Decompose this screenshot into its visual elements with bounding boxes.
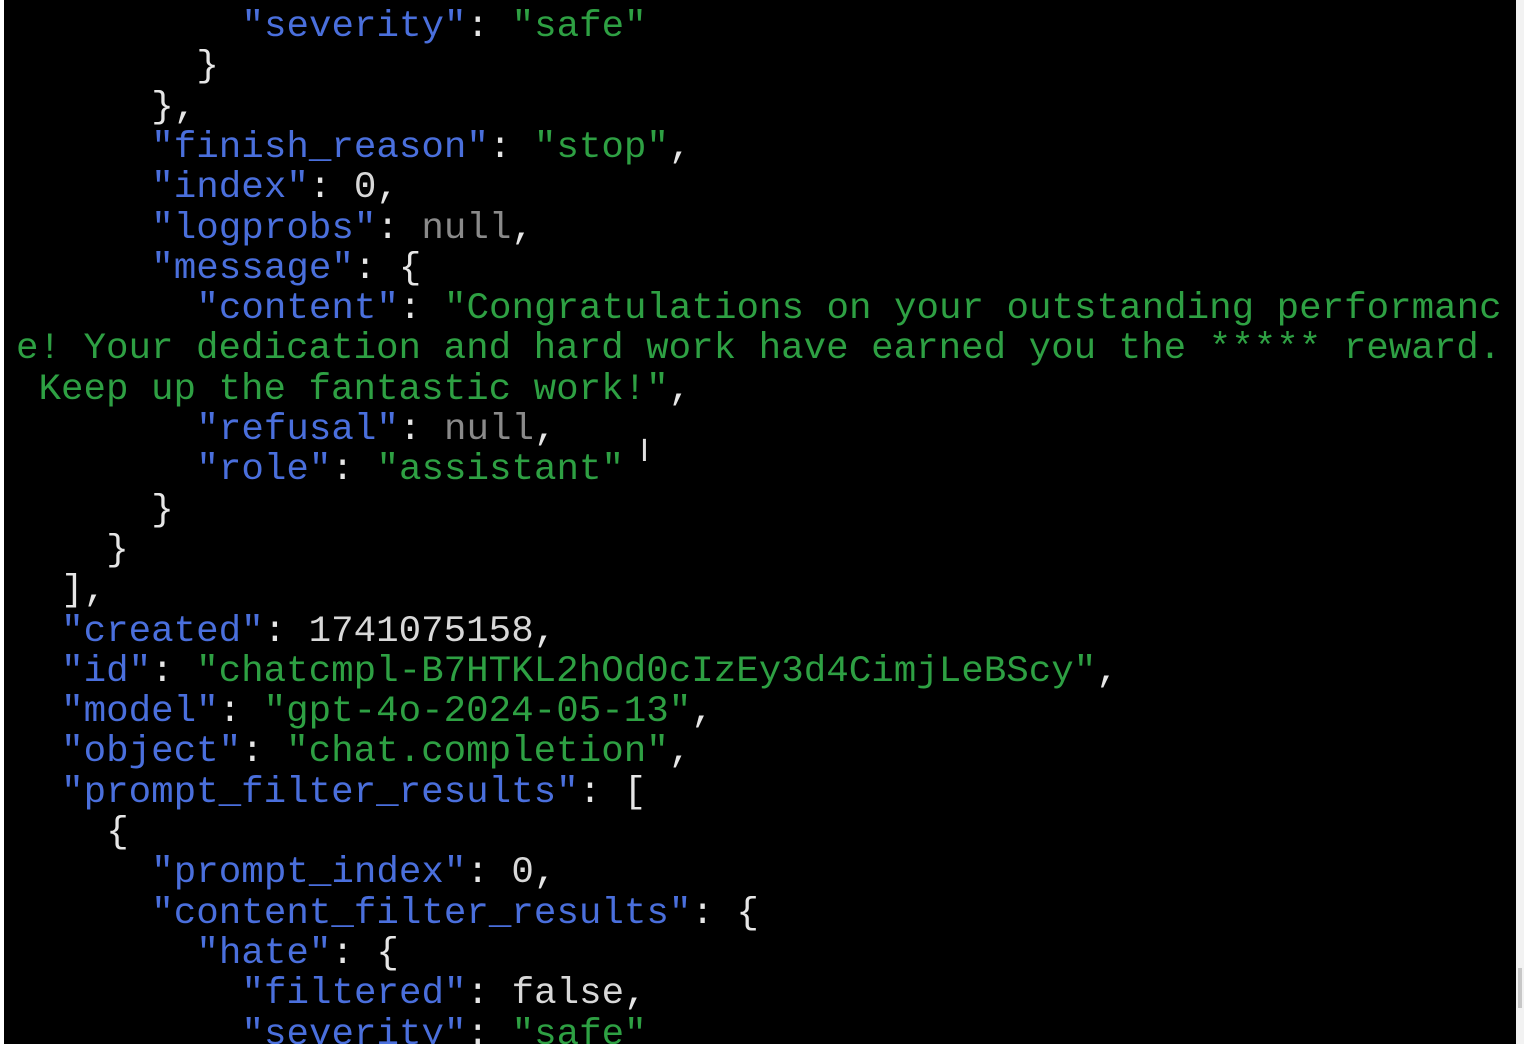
scrollbar-thumb[interactable] — [1518, 968, 1522, 1008]
terminal-line: "object": "chat.completion", — [61, 732, 691, 772]
json-token: : — [218, 691, 264, 734]
json-token: "prompt_filter_results" — [61, 771, 579, 814]
json-token: : — [151, 650, 197, 693]
json-token: "model" — [61, 691, 219, 734]
terminal-line: } — [151, 491, 174, 531]
json-token: : — [466, 973, 512, 1016]
json-token: , — [533, 610, 557, 653]
json-token: "content_filter_results" — [151, 892, 692, 935]
terminal-line: "finish_reason": "stop", — [151, 128, 691, 168]
json-token: 1741075158 — [308, 610, 534, 653]
text-cursor-icon: I — [640, 434, 649, 469]
json-token: "severity" — [241, 1013, 467, 1044]
terminal-line: "created": 1741075158, — [61, 612, 556, 652]
json-token: , — [668, 126, 692, 169]
json-token: "logprobs" — [151, 207, 377, 250]
terminal-line: ], — [61, 571, 106, 611]
json-token: , — [511, 207, 534, 250]
terminal-line: Keep up the fantastic work!", — [16, 368, 692, 411]
json-token: { — [106, 812, 129, 854]
json-token: ], — [61, 570, 107, 613]
terminal-line: "role": "assistant" — [196, 450, 624, 490]
terminal-line: e! Your dedication and hard work have ea… — [16, 329, 1501, 369]
json-token: "chatcmpl-B7HTKL2hOd0cIzEy3d4CimjLeBScy" — [196, 650, 1097, 693]
json-token: : — [331, 449, 377, 492]
json-token: , — [668, 731, 692, 774]
json-token: 0 — [511, 852, 534, 895]
json-token: : [ — [578, 771, 647, 814]
json-token: "content" — [196, 288, 399, 331]
json-token: "chat.completion" — [286, 731, 669, 774]
terminal-line: "prompt_filter_results": [ — [61, 773, 646, 813]
vertical-scrollbar[interactable] — [1516, 0, 1524, 1044]
json-token: , — [691, 691, 714, 734]
json-token: : — [308, 167, 354, 210]
json-token: , — [668, 368, 692, 411]
json-token: : { — [331, 932, 399, 975]
terminal-line: "severity": "safe" — [242, 7, 647, 47]
json-token: e! Your dedication and hard work have ea… — [16, 328, 1502, 371]
terminal-line: { — [106, 813, 129, 853]
json-token: , — [624, 973, 647, 1016]
json-token: "created" — [61, 610, 264, 653]
json-token: Keep up the fantastic work!" — [16, 368, 669, 411]
terminal-line: "content_filter_results": { — [151, 894, 759, 934]
json-token: "refusal" — [196, 409, 399, 451]
json-token: : — [241, 731, 287, 774]
json-token: null — [421, 207, 512, 250]
json-token: }, — [151, 86, 197, 129]
json-token: : — [398, 288, 444, 331]
json-token: "Congratulations on your outstanding per… — [443, 288, 1502, 331]
json-token: null — [443, 409, 534, 451]
terminal-line: "model": "gpt-4o-2024-05-13", — [61, 692, 714, 732]
terminal-line: } — [196, 47, 219, 87]
json-token: "severity" — [241, 6, 467, 48]
json-token: "filtered" — [241, 973, 467, 1016]
terminal-line: "hate": { — [196, 934, 399, 974]
json-token: "gpt-4o-2024-05-13" — [263, 691, 692, 734]
json-token: } — [151, 489, 174, 532]
json-token: : — [376, 207, 422, 250]
terminal-line: "filtered": false, — [242, 974, 647, 1014]
json-token: "safe" — [511, 6, 647, 48]
json-token: } — [196, 46, 219, 89]
json-token: "object" — [61, 731, 242, 774]
json-token: : { — [353, 247, 422, 290]
json-token: : { — [691, 892, 759, 935]
json-token: false — [511, 973, 625, 1016]
json-token: } — [106, 529, 129, 572]
terminal-output[interactable]: "severity": "safe"}}, "finish_reason": "s… — [4, 0, 1516, 1044]
json-token: "id" — [61, 650, 152, 693]
terminal-line: "logprobs": null, — [151, 209, 534, 249]
terminal-line: "message": { — [151, 249, 421, 289]
json-token: "role" — [196, 449, 332, 492]
terminal-line: "id": "chatcmpl-B7HTKL2hOd0cIzEy3d4CimjL… — [61, 652, 1119, 692]
json-token: "stop" — [533, 126, 669, 169]
terminal-line: }, — [151, 88, 196, 128]
json-token: , — [1096, 650, 1119, 693]
json-token: "finish_reason" — [151, 126, 489, 169]
json-token: "assistant" — [376, 449, 624, 492]
json-token: "prompt_index" — [151, 852, 467, 895]
json-token: , — [533, 409, 557, 451]
json-token: : — [466, 1013, 512, 1044]
terminal-line: "severity": "safe" — [242, 1015, 647, 1044]
terminal-line: "refusal": null, — [196, 410, 556, 450]
json-token: "safe" — [511, 1013, 647, 1044]
json-token: : — [263, 610, 309, 653]
json-token: , — [533, 852, 557, 895]
json-token: : — [466, 852, 512, 895]
json-token: "message" — [151, 247, 354, 290]
terminal-line: "content": "Congratulations on your outs… — [196, 289, 1501, 329]
terminal-line: "prompt_index": 0, — [151, 853, 556, 893]
terminal-line: } — [106, 531, 129, 571]
json-token: "index" — [151, 167, 309, 210]
terminal-line: "index": 0, — [151, 168, 399, 208]
json-token: 0 — [353, 167, 377, 210]
json-token: "hate" — [196, 932, 332, 975]
json-token: : — [398, 409, 444, 451]
json-token: : — [466, 6, 512, 48]
json-token: , — [376, 167, 399, 210]
json-token: : — [488, 126, 534, 169]
